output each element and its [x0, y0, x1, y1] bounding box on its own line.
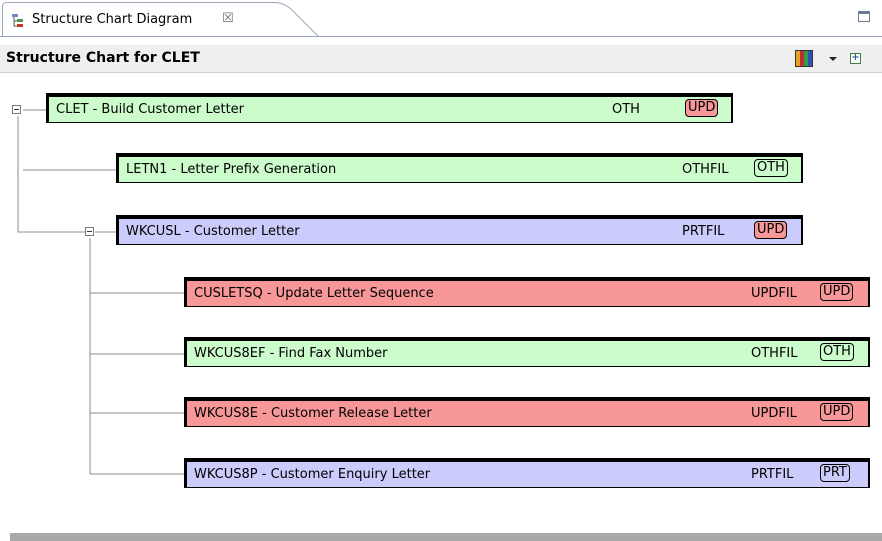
node-type: OTHFIL — [682, 162, 729, 177]
node-clet[interactable]: CLET - Build Customer Letter OTH UPD — [46, 93, 733, 123]
node-badge: OTH — [820, 343, 854, 361]
node-badge: PRT — [820, 464, 850, 482]
node-label: CUSLETSQ - Update Letter Sequence — [194, 286, 434, 301]
node-type: UPDFIL — [751, 286, 797, 301]
node-type: PRTFIL — [751, 467, 794, 482]
node-badge: UPD — [754, 221, 788, 239]
node-badge: OTH — [754, 159, 788, 177]
collapse-toggle-wkcusl[interactable] — [85, 227, 94, 236]
node-badge: UPD — [685, 99, 719, 117]
horizontal-scrollbar[interactable] — [10, 533, 882, 541]
node-type: OTH — [612, 102, 640, 117]
node-wkcus8e[interactable]: WKCUS8E - Customer Release Letter UPDFIL… — [184, 397, 870, 427]
node-type: PRTFIL — [682, 224, 725, 239]
node-badge: UPD — [820, 283, 854, 301]
node-type: OTHFIL — [751, 346, 798, 361]
node-type: UPDFIL — [751, 406, 797, 421]
node-label: CLET - Build Customer Letter — [56, 102, 245, 117]
node-letn1[interactable]: LETN1 - Letter Prefix Generation OTHFIL … — [116, 153, 803, 183]
node-cusletsq[interactable]: CUSLETSQ - Update Letter Sequence UPDFIL… — [184, 277, 870, 307]
node-label: WKCUS8EF - Find Fax Number — [194, 346, 388, 361]
node-badge: UPD — [820, 403, 854, 421]
node-label: LETN1 - Letter Prefix Generation — [126, 162, 337, 177]
node-label: WKCUS8P - Customer Enquiry Letter — [194, 467, 431, 482]
node-wkcusl[interactable]: WKCUSL - Customer Letter PRTFIL UPD — [116, 215, 803, 245]
node-label: WKCUS8E - Customer Release Letter — [194, 406, 432, 421]
node-label: WKCUSL - Customer Letter — [126, 224, 300, 239]
node-wkcus8ef[interactable]: WKCUS8EF - Find Fax Number OTHFIL OTH — [184, 337, 870, 367]
collapse-toggle-clet[interactable] — [12, 105, 21, 114]
node-wkcus8p[interactable]: WKCUS8P - Customer Enquiry Letter PRTFIL… — [184, 458, 870, 488]
